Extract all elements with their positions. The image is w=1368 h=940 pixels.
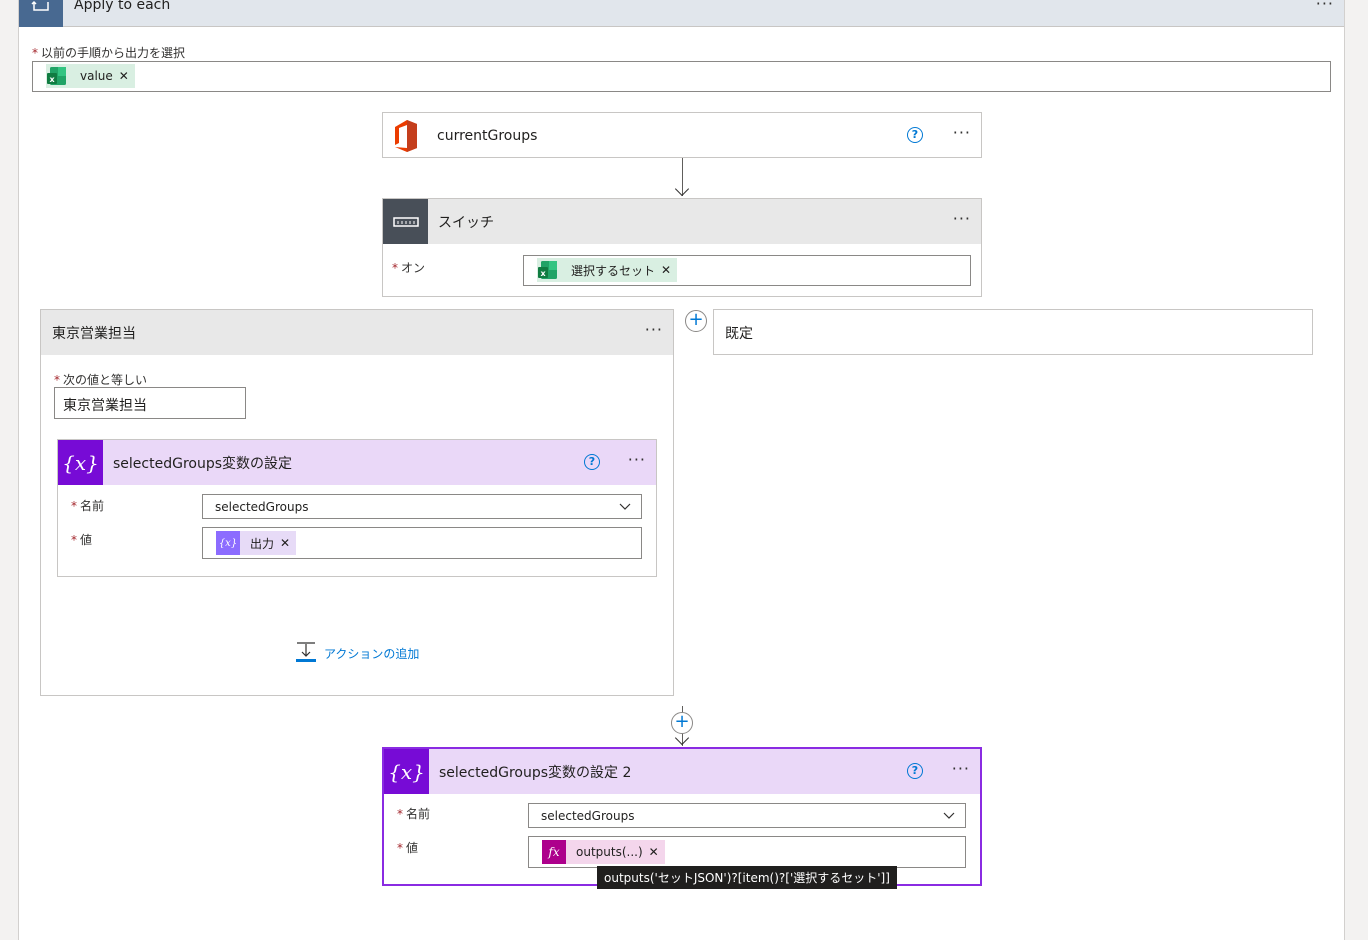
name-select[interactable]: selectedGroups (202, 494, 642, 519)
svg-text:x: x (541, 269, 547, 278)
apply-to-each-title: Apply to each (74, 0, 171, 13)
variable-icon: {x} (58, 440, 103, 485)
apply-to-each-container: Apply to each ··· * 以前の手順から出力を選択 x value … (18, 0, 1345, 940)
select-output-input[interactable]: x value ✕ (32, 61, 1331, 92)
name-label: * 名前 (397, 807, 431, 821)
variable-icon: {x} (384, 749, 429, 794)
set-variable-2-title: selectedGroups変数の設定 2 (439, 764, 632, 781)
chevron-down-icon[interactable] (619, 500, 631, 514)
select-output-label: * 以前の手順から出力を選択 (32, 46, 186, 60)
value-input[interactable]: fx outputs(...) ✕ (528, 836, 966, 868)
help-icon[interactable]: ? (907, 763, 923, 779)
name-label: * 名前 (71, 499, 105, 513)
name-select[interactable]: selectedGroups (528, 803, 966, 828)
office-icon (389, 116, 421, 156)
switch-card[interactable]: スイッチ ··· * オン x 選択するセット ✕ (382, 198, 982, 297)
switch-title: スイッチ (438, 214, 494, 231)
current-groups-title: currentGroups (437, 127, 538, 144)
add-action-button[interactable]: アクションの追加 (295, 641, 419, 666)
arrow-down-icon (674, 181, 690, 197)
remove-token-icon[interactable]: ✕ (119, 69, 129, 83)
excel-icon: x (537, 258, 561, 282)
value-token[interactable]: x value ✕ (46, 64, 135, 88)
remove-token-icon[interactable]: ✕ (661, 263, 671, 277)
default-case-card[interactable]: 既定 (713, 309, 1313, 355)
switch-on-token[interactable]: x 選択するセット ✕ (537, 258, 678, 282)
switch-on-label: * オン (392, 261, 426, 275)
apply-to-each-header[interactable]: Apply to each ··· (19, 0, 1344, 27)
default-case-title: 既定 (725, 325, 753, 342)
chevron-down-icon[interactable] (943, 809, 955, 823)
switch-on-input[interactable]: x 選択するセット ✕ (523, 255, 971, 286)
variable-icon: {x} (216, 531, 240, 555)
case-equals-label: * 次の値と等しい (54, 373, 148, 387)
set-variable-1-title: selectedGroups変数の設定 (113, 455, 293, 472)
expression-tooltip: outputs('セットJSON')?[item()?['選択するセット']] (597, 866, 897, 889)
svg-text:x: x (50, 75, 56, 84)
value-label: * 値 (397, 841, 419, 855)
add-action-label: アクションの追加 (324, 647, 420, 661)
function-icon: fx (542, 840, 566, 864)
output-token[interactable]: {x} 出力 ✕ (216, 531, 297, 555)
more-icon[interactable]: ··· (953, 209, 971, 228)
case-title: 東京営業担当 (52, 325, 136, 342)
more-icon[interactable]: ··· (645, 320, 663, 339)
value-label: * 値 (71, 533, 93, 547)
current-groups-card[interactable]: currentGroups ? ··· (382, 112, 982, 158)
remove-token-icon[interactable]: ✕ (280, 536, 290, 550)
more-icon[interactable]: ··· (952, 759, 970, 778)
help-icon[interactable]: ? (907, 127, 923, 143)
remove-token-icon[interactable]: ✕ (649, 845, 659, 859)
expression-token[interactable]: fx outputs(...) ✕ (542, 840, 665, 864)
case-header[interactable]: 東京営業担当 (41, 310, 673, 355)
help-icon[interactable]: ? (584, 454, 600, 470)
add-action-icon (295, 641, 317, 666)
case-equals-input[interactable]: 東京営業担当 (54, 387, 246, 419)
loop-more-icon[interactable]: ··· (1316, 0, 1334, 13)
more-icon[interactable]: ··· (628, 450, 646, 469)
excel-icon: x (46, 64, 70, 88)
set-variable-card-1[interactable]: {x} selectedGroups変数の設定 ? ··· * 名前 select… (57, 439, 657, 577)
case-card: 東京営業担当 ··· * 次の値と等しい 東京営業担当 {x} selectedG… (40, 309, 674, 696)
loop-icon (19, 0, 63, 27)
add-case-icon[interactable]: + (685, 310, 707, 332)
switch-icon (383, 199, 428, 244)
more-icon[interactable]: ··· (953, 123, 971, 142)
value-input[interactable]: {x} 出力 ✕ (202, 527, 642, 559)
